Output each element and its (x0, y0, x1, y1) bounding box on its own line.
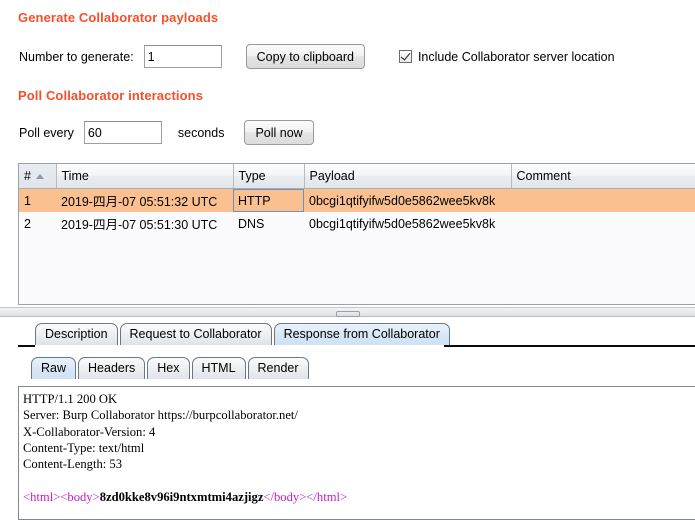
table-row[interactable]: 2 2019-四月-07 05:51:30 UTC DNS 0bcgi1qtif… (19, 212, 695, 235)
column-header-type[interactable]: Type (233, 164, 304, 189)
detail-tabstrip: Description Request to Collaborator Resp… (35, 323, 452, 345)
cell-comment[interactable] (511, 189, 695, 213)
tab-html[interactable]: HTML (192, 357, 246, 379)
sort-ascending-icon (36, 174, 44, 179)
include-server-location-label: Include Collaborator server location (418, 50, 615, 64)
response-header-server: Server: Burp Collaborator https://burpco… (23, 408, 298, 422)
tab-request-to-collaborator[interactable]: Request to Collaborator (120, 323, 272, 345)
tab-raw[interactable]: Raw (31, 357, 76, 379)
cell-time[interactable]: 2019-四月-07 05:51:30 UTC (56, 212, 233, 235)
number-to-generate-input[interactable] (144, 45, 222, 68)
table-row[interactable]: 1 2019-四月-07 05:51:32 UTC HTTP 0bcgi1qti… (19, 189, 695, 213)
copy-to-clipboard-button[interactable]: Copy to clipboard (246, 44, 365, 69)
response-raw-text[interactable]: HTTP/1.1 200 OK Server: Burp Collaborato… (19, 387, 695, 505)
column-header-comment[interactable]: Comment (511, 164, 695, 189)
poll-controls-row: Poll every seconds Poll now (19, 120, 314, 145)
panel-splitter[interactable] (0, 307, 695, 317)
response-html-open-tags: <html><body> (23, 490, 100, 504)
response-html-close-tags: </body></html> (263, 490, 347, 504)
poll-every-label: Poll every (19, 126, 74, 140)
cell-payload[interactable]: 0bcgi1qtifyifw5d0e5862wee5kv8k (304, 189, 511, 213)
viewer-tabstrip: Raw Headers Hex HTML Render (31, 357, 311, 379)
cell-type[interactable]: DNS (233, 212, 304, 235)
response-header-content-type: Content-Type: text/html (23, 441, 144, 455)
seconds-label: seconds (178, 126, 225, 140)
detail-tabstrip-baseline-right (444, 345, 695, 347)
column-header-time[interactable]: Time (56, 164, 233, 189)
interactions-table[interactable]: # Time Type Payload Comment 1 2019-四月-07… (19, 164, 695, 235)
tab-response-from-collaborator[interactable]: Response from Collaborator (274, 323, 450, 345)
interactions-table-header-row: # Time Type Payload Comment (19, 164, 695, 189)
tab-headers[interactable]: Headers (78, 357, 145, 379)
include-server-location-checkbox[interactable] (399, 50, 412, 63)
response-viewer-panel[interactable]: HTTP/1.1 200 OK Server: Burp Collaborato… (18, 386, 695, 520)
column-header-payload[interactable]: Payload (304, 164, 511, 189)
cell-num[interactable]: 1 (19, 189, 56, 213)
response-status-line: HTTP/1.1 200 OK (23, 392, 117, 406)
tab-description[interactable]: Description (35, 323, 118, 345)
column-header-num[interactable]: # (19, 164, 56, 189)
generate-payloads-heading: Generate Collaborator payloads (18, 10, 218, 25)
tab-hex[interactable]: Hex (147, 357, 189, 379)
tab-render[interactable]: Render (248, 357, 309, 379)
number-to-generate-label: Number to generate: (19, 50, 134, 64)
cell-num[interactable]: 2 (19, 212, 56, 235)
interactions-table-body: 1 2019-四月-07 05:51:32 UTC HTTP 0bcgi1qti… (19, 189, 695, 236)
poll-interactions-heading: Poll Collaborator interactions (18, 88, 203, 103)
collaborator-client-window: Generate Collaborator payloads Number to… (0, 0, 695, 520)
generate-controls-row: Number to generate: Copy to clipboard In… (19, 44, 615, 69)
interactions-table-head: # Time Type Payload Comment (19, 164, 695, 189)
poll-now-button[interactable]: Poll now (244, 120, 313, 145)
include-server-location-checkbox-wrap[interactable]: Include Collaborator server location (399, 50, 615, 64)
response-html-payload: 8zd0kke8v96i9ntxmtmi4azjigz (100, 490, 264, 504)
cell-time[interactable]: 2019-四月-07 05:51:32 UTC (56, 189, 233, 213)
cell-type[interactable]: HTTP (233, 189, 304, 213)
response-header-content-length: Content-Length: 53 (23, 457, 122, 471)
column-header-num-label: # (24, 169, 31, 183)
splitter-grip-icon[interactable] (336, 311, 360, 317)
poll-interval-input[interactable] (84, 121, 162, 144)
interactions-table-panel[interactable]: # Time Type Payload Comment 1 2019-四月-07… (18, 163, 695, 305)
cell-payload[interactable]: 0bcgi1qtifyifw5d0e5862wee5kv8k (304, 212, 511, 235)
response-header-collaborator-version: X-Collaborator-Version: 4 (23, 425, 155, 439)
cell-comment[interactable] (511, 212, 695, 235)
detail-tabstrip-baseline-left (18, 345, 35, 347)
